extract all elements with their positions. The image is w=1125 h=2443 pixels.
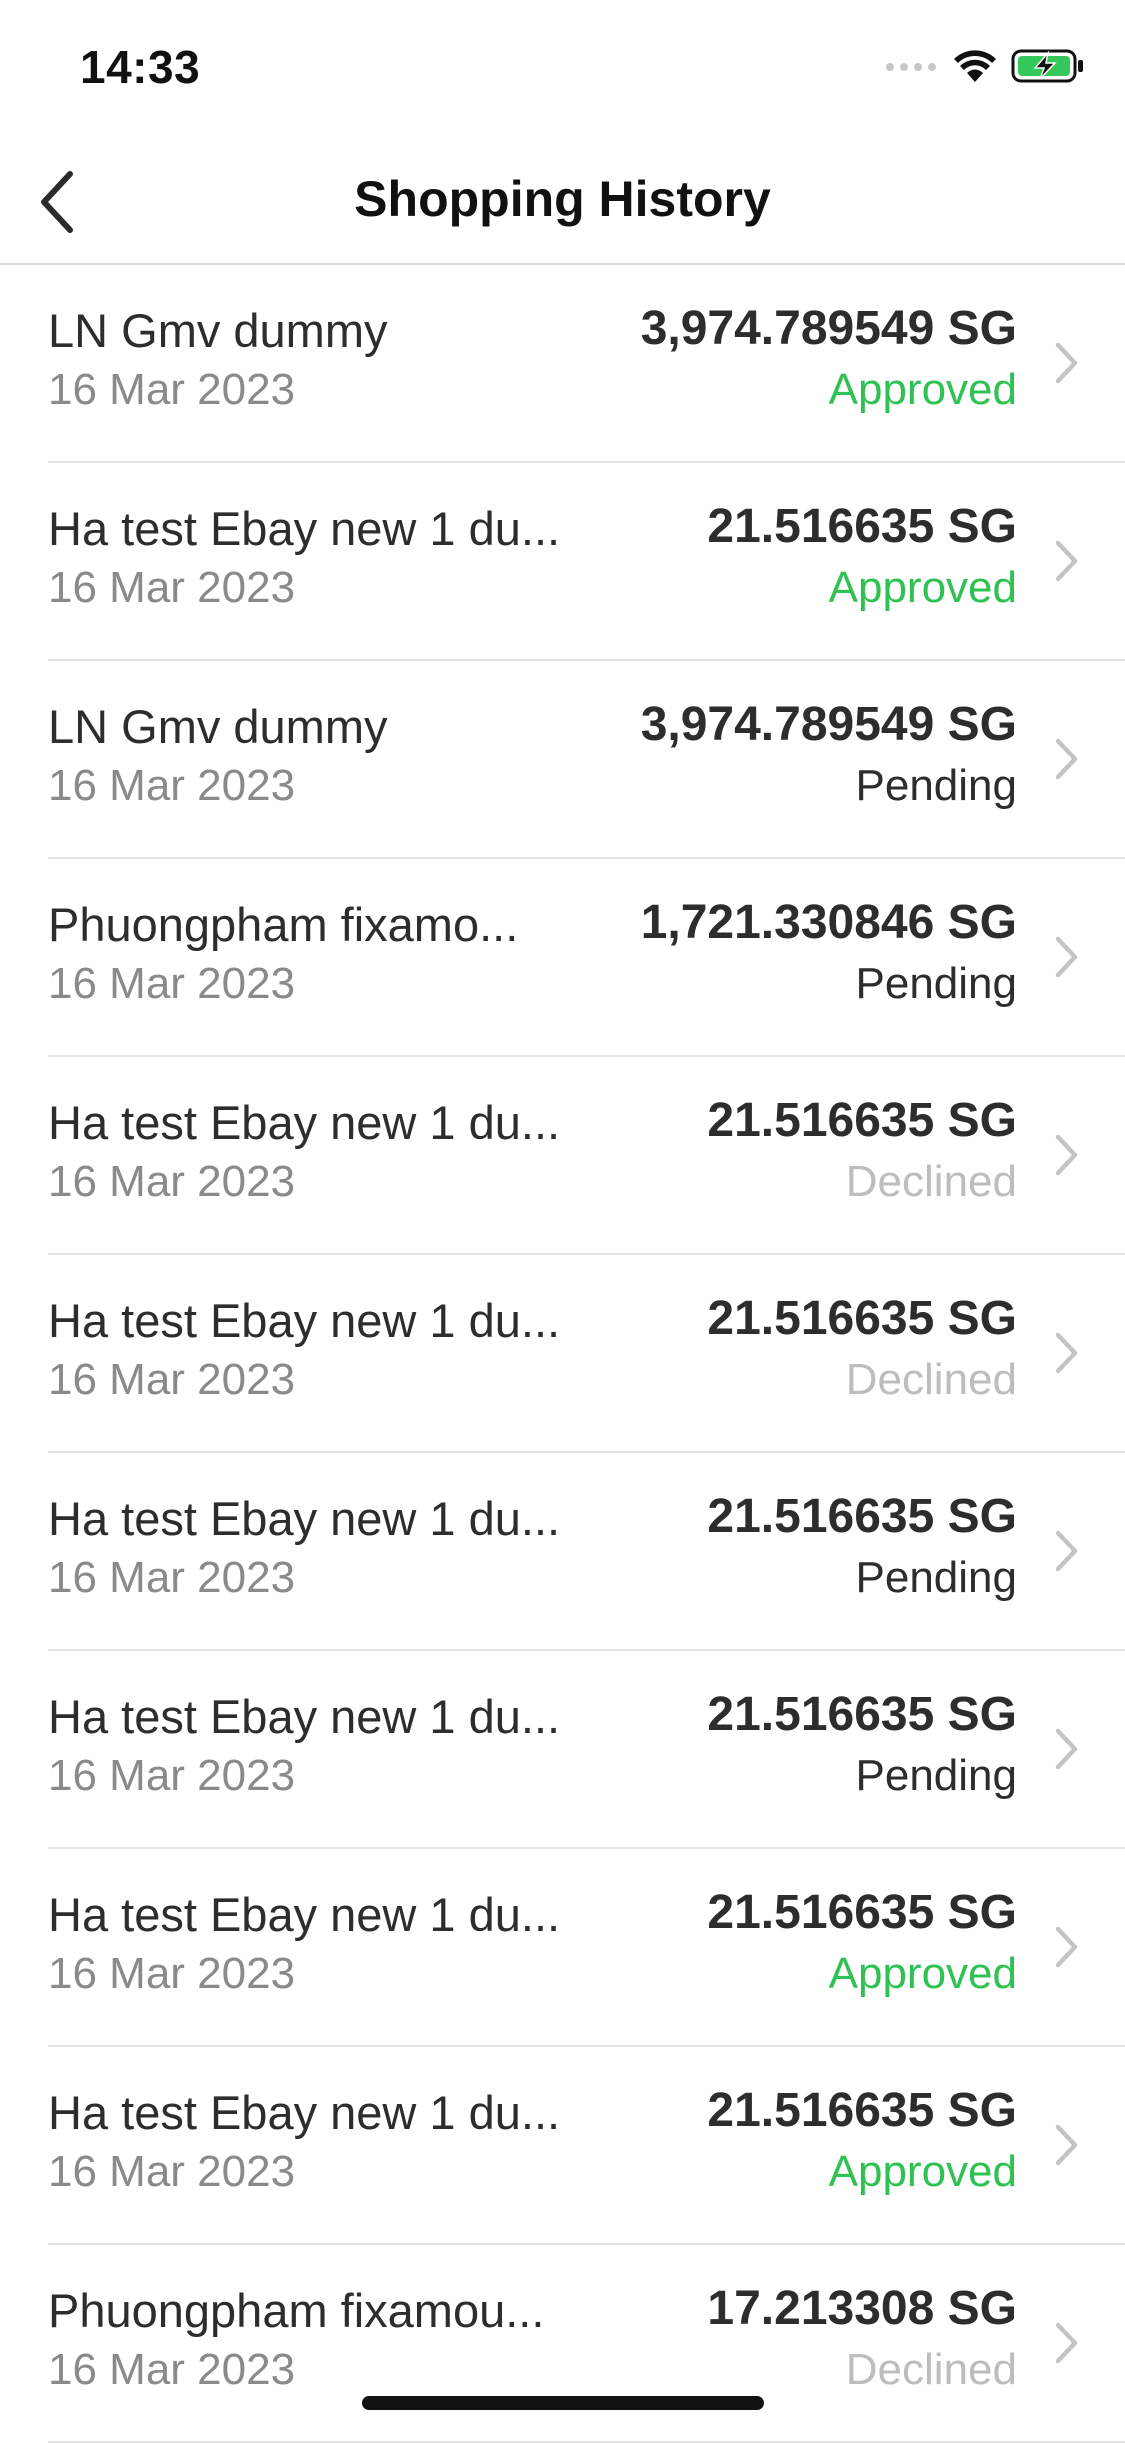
chevron-right-icon [1053, 1131, 1081, 1179]
chevron-right-icon [1053, 339, 1081, 387]
transaction-name: LN Gmv dummy [48, 304, 388, 357]
transaction-date: 16 Mar 2023 [48, 761, 296, 810]
transaction-status: Declined [845, 2345, 1017, 2394]
transaction-status: Pending [855, 1553, 1017, 1602]
transaction-row[interactable]: Ha test Ebay new 1 du... 16 Mar 2023 21.51… [0, 1651, 1125, 1849]
transaction-amount: 21.516635 SG [707, 1490, 1017, 1543]
transaction-status: Approved [828, 2147, 1017, 2196]
transaction-amount: 21.516635 SG [707, 500, 1017, 553]
chevron-right-icon [1053, 1329, 1081, 1377]
transaction-amount: 21.516635 SG [707, 1094, 1017, 1147]
transaction-row[interactable]: Ha test Ebay new 1 du... 16 Mar 2023 21.51… [0, 1057, 1125, 1255]
transaction-date: 16 Mar 2023 [48, 1355, 296, 1404]
transaction-status: Approved [828, 563, 1017, 612]
transaction-row[interactable]: Phuongpham fixamou... 16 Mar 2023 17.21330… [0, 2245, 1125, 2443]
chevron-right-icon [1053, 735, 1081, 783]
transaction-row[interactable]: Ha test Ebay new 1 du... 16 Mar 2023 21.51… [0, 1255, 1125, 1453]
transaction-status: Pending [855, 959, 1017, 1008]
transaction-amount: 3,974.789549 SG [640, 302, 1017, 355]
transaction-status: Declined [845, 1157, 1017, 1206]
transaction-date: 16 Mar 2023 [48, 959, 296, 1008]
transaction-status: Pending [855, 761, 1017, 810]
transaction-date: 16 Mar 2023 [48, 1553, 296, 1602]
battery-charging-icon [1011, 48, 1085, 89]
transaction-date: 16 Mar 2023 [48, 365, 296, 414]
chevron-right-icon [1053, 2319, 1081, 2367]
chevron-right-icon [1053, 1725, 1081, 1773]
signal-icon [885, 59, 939, 78]
wifi-icon [953, 49, 997, 88]
transaction-row[interactable]: Ha test Ebay new 1 du... 16 Mar 2023 21.51… [0, 1453, 1125, 1651]
chevron-right-icon [1053, 1923, 1081, 1971]
transaction-name: Ha test Ebay new 1 du... [48, 1888, 561, 1941]
transaction-name: Ha test Ebay new 1 du... [48, 1690, 561, 1743]
transaction-name: Ha test Ebay new 1 du... [48, 1096, 561, 1149]
transaction-row[interactable]: Phuongpham fixamo... 16 Mar 2023 1,721.330… [0, 859, 1125, 1057]
transaction-status: Declined [845, 1355, 1017, 1404]
chevron-right-icon [1053, 1527, 1081, 1575]
transaction-amount: 21.516635 SG [707, 1292, 1017, 1345]
transaction-date: 16 Mar 2023 [48, 2147, 296, 2196]
transaction-amount: 21.516635 SG [707, 1886, 1017, 1939]
transaction-amount: 21.516635 SG [707, 2084, 1017, 2137]
transaction-name: LN Gmv dummy [48, 700, 388, 753]
transaction-name: Ha test Ebay new 1 du... [48, 1492, 561, 1545]
transaction-row[interactable]: Ha test Ebay new 1 du... 16 Mar 2023 21.51… [0, 1849, 1125, 2047]
transaction-row[interactable]: LN Gmv dummy 16 Mar 2023 3,974.789549 SG Ap… [0, 265, 1125, 463]
chevron-right-icon [1053, 933, 1081, 981]
nav-bar: Shopping History [0, 140, 1125, 265]
transaction-name: Phuongpham fixamo... [48, 898, 519, 951]
chevron-right-icon [1053, 537, 1081, 585]
transaction-amount: 17.213308 SG [707, 2282, 1017, 2335]
transaction-date: 16 Mar 2023 [48, 1751, 296, 1800]
transaction-amount: 1,721.330846 SG [640, 896, 1017, 949]
transaction-amount: 3,974.789549 SG [640, 698, 1017, 751]
transaction-date: 16 Mar 2023 [48, 1157, 296, 1206]
transaction-row[interactable]: Ha test Ebay new 1 du... 16 Mar 2023 21.51… [0, 2047, 1125, 2245]
page-title: Shopping History [354, 171, 771, 227]
transaction-status: Pending [855, 1751, 1017, 1800]
transaction-date: 16 Mar 2023 [48, 1949, 296, 1998]
status-icons [885, 48, 1085, 88]
home-indicator[interactable] [362, 2396, 764, 2410]
transaction-name: Ha test Ebay new 1 du... [48, 2086, 561, 2139]
transaction-row[interactable]: Ha test Ebay new 1 du... 16 Mar 2023 21.51… [0, 463, 1125, 661]
transaction-status: Approved [828, 365, 1017, 414]
transaction-name: Ha test Ebay new 1 du... [48, 1294, 561, 1347]
transaction-list: LN Gmv dummy 16 Mar 2023 3,974.789549 SG Ap… [0, 265, 1125, 2443]
transaction-status: Approved [828, 1949, 1017, 1998]
transaction-date: 16 Mar 2023 [48, 2345, 296, 2394]
transaction-name: Phuongpham fixamou... [48, 2284, 545, 2337]
transaction-row[interactable]: LN Gmv dummy 16 Mar 2023 3,974.789549 SG Pe… [0, 661, 1125, 859]
transaction-amount: 21.516635 SG [707, 1688, 1017, 1741]
chevron-right-icon [1053, 2121, 1081, 2169]
status-bar: 14:33 [0, 0, 1125, 140]
transaction-name: Ha test Ebay new 1 du... [48, 502, 561, 555]
status-time: 14:33 [80, 41, 201, 93]
transaction-date: 16 Mar 2023 [48, 563, 296, 612]
